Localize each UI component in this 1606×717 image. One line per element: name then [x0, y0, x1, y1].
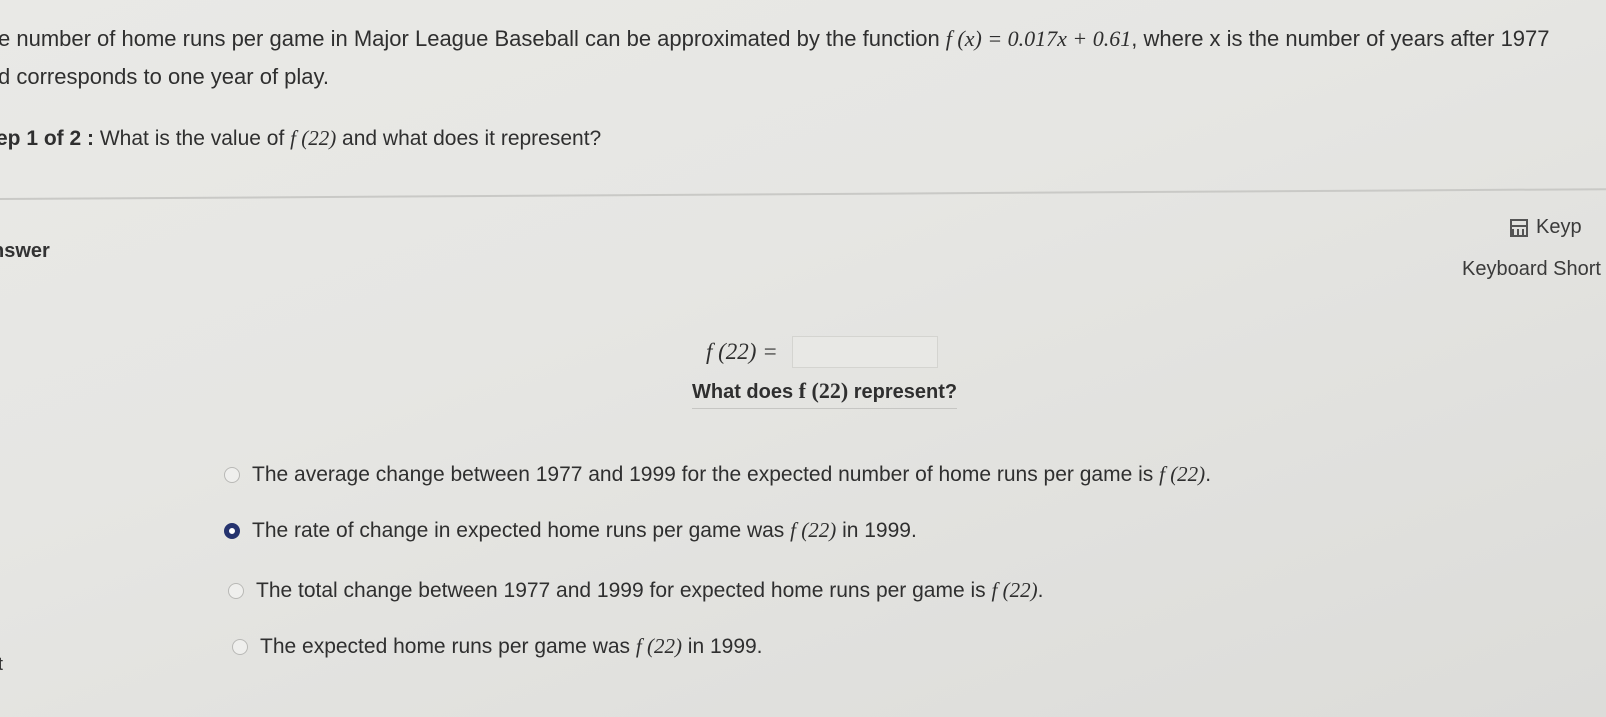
- keypad-label: Keyp: [1536, 216, 1582, 238]
- corner-mark: t: [0, 654, 4, 674]
- option-average-change[interactable]: The average change between 1977 and 1999…: [224, 462, 1211, 487]
- option-rate-of-change[interactable]: The rate of change in expected home runs…: [224, 518, 917, 543]
- function-expression: f (x) = 0.017x + 0.61: [945, 26, 1132, 51]
- radio-button-selected[interactable]: [224, 522, 240, 539]
- radio-button[interactable]: [228, 582, 244, 599]
- problem-statement-line-1: e number of home runs per game in Major …: [0, 26, 1550, 52]
- option-expected-home-runs[interactable]: The expected home runs per game was f (2…: [232, 634, 763, 659]
- f22-input-field[interactable]: [791, 336, 938, 368]
- represent-suffix: represent?: [848, 381, 958, 403]
- radio-button[interactable]: [232, 638, 248, 655]
- represent-prefix: What does: [692, 381, 799, 403]
- step-label: ep 1 of 2 :: [0, 127, 95, 150]
- problem-statement-line-2: d corresponds to one year of play.: [0, 64, 330, 89]
- option-text: The total change between 1977 and 1999 f…: [256, 578, 1044, 602]
- step-question-prefix: What is the value of: [94, 127, 291, 150]
- problem-text-prefix: e number of home runs per game in Major …: [0, 26, 946, 51]
- keypad-icon: [1510, 218, 1528, 237]
- step-question-func: f (22): [290, 126, 337, 150]
- keyboard-shortcuts-link[interactable]: Keyboard Short: [1462, 258, 1601, 281]
- option-total-change[interactable]: The total change between 1977 and 1999 f…: [228, 578, 1043, 603]
- section-divider: [0, 188, 1606, 200]
- keypad-button[interactable]: Keyp: [1510, 216, 1582, 239]
- answer-label: nswer: [0, 240, 50, 262]
- problem-text-suffix: , where x is the number of years after 1…: [1131, 26, 1550, 51]
- radio-button[interactable]: [224, 466, 240, 483]
- represent-func: f (22): [798, 378, 849, 403]
- f22-label: f (22) =: [706, 339, 778, 364]
- step-question-suffix: and what does it represent?: [336, 127, 602, 150]
- option-text: The expected home runs per game was f (2…: [260, 634, 763, 658]
- f22-answer-row: f (22) =: [706, 336, 938, 368]
- option-text: The average change between 1977 and 1999…: [252, 462, 1212, 486]
- represent-question: What does f (22) represent?: [692, 378, 958, 409]
- option-text: The rate of change in expected home runs…: [252, 518, 917, 542]
- step-question: ep 1 of 2 : What is the value of f (22) …: [0, 126, 601, 151]
